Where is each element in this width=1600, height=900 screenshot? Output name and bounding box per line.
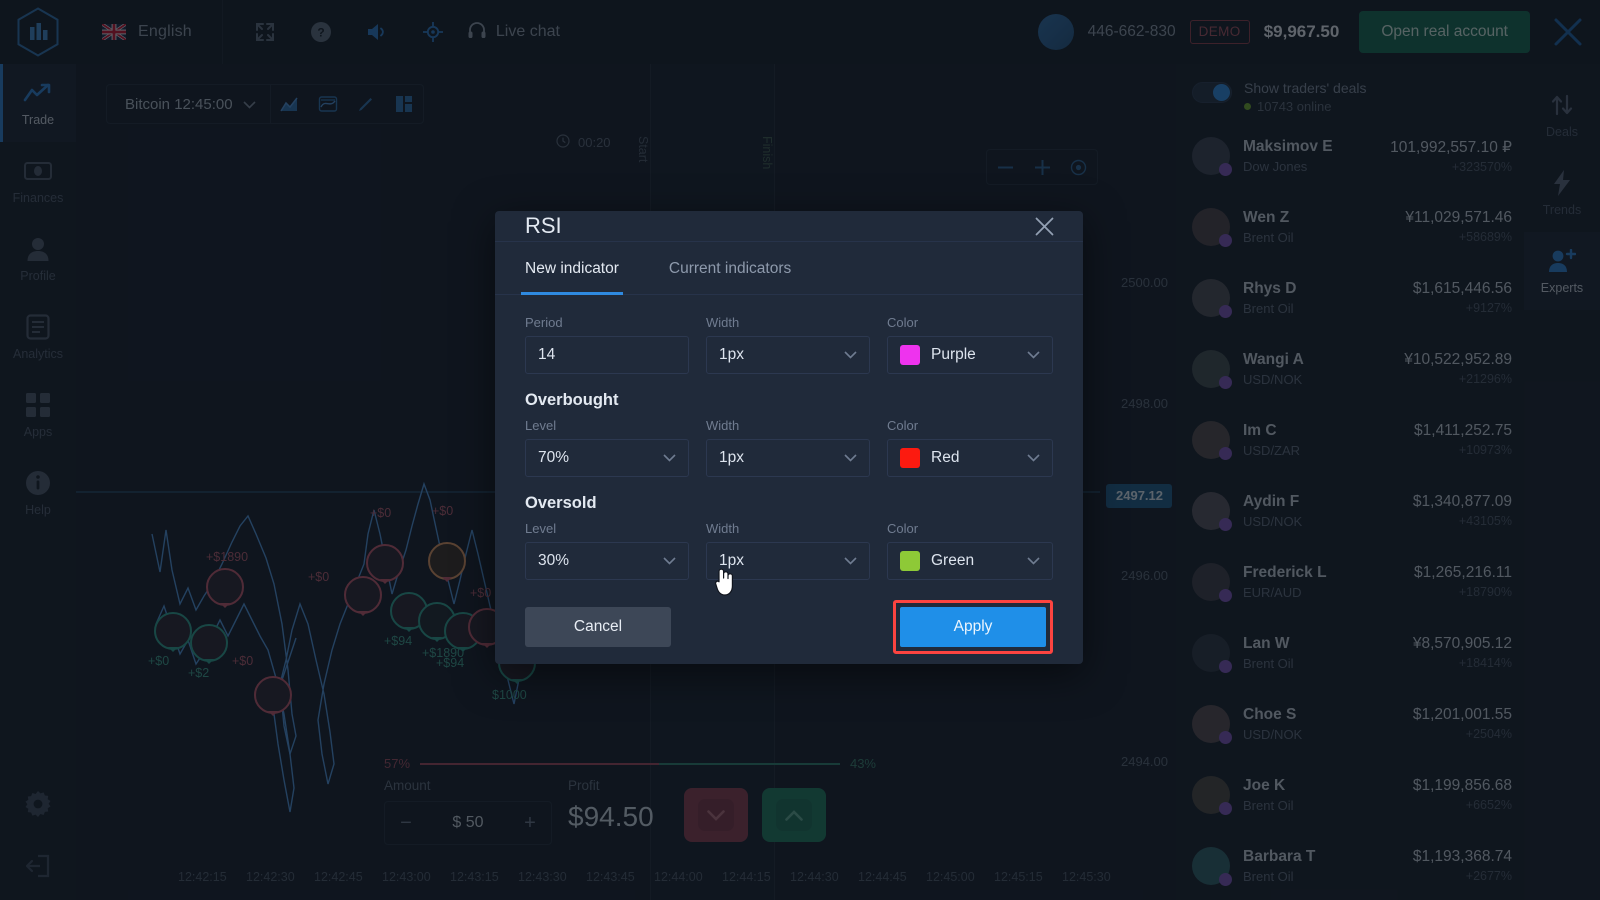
oversold-width-select[interactable]: 1px xyxy=(706,542,870,580)
main-width-select[interactable]: 1px xyxy=(706,336,870,374)
dialog-body: Period 14 Width 1px Color Purple Overbou… xyxy=(495,295,1083,580)
chevron-down-icon xyxy=(1027,346,1040,364)
trading-platform-app: Bitcoin 12:45:00 00:20 xyxy=(0,0,1600,900)
chevron-down-icon xyxy=(844,346,857,364)
overbought-color-value: Red xyxy=(931,449,960,466)
color-label: Color xyxy=(887,418,919,433)
period-label: Period xyxy=(525,315,563,330)
chevron-down-icon xyxy=(1027,552,1040,570)
overbought-section-title: Overbought xyxy=(525,391,619,409)
tab-new-indicator[interactable]: New indicator xyxy=(521,242,623,295)
oversold-settings-row: Level 30% Width 1px Color Green xyxy=(525,521,1053,580)
oversold-level-select[interactable]: 30% xyxy=(525,542,689,580)
rsi-indicator-dialog: RSI New indicator Current indicators Per… xyxy=(495,211,1083,664)
period-input[interactable]: 14 xyxy=(525,336,689,374)
chevron-down-icon xyxy=(844,449,857,467)
overbought-color-select[interactable]: Red xyxy=(887,439,1053,477)
overbought-width-field: Width 1px xyxy=(706,418,870,477)
width-label: Width xyxy=(706,418,740,433)
color-swatch-green xyxy=(900,551,920,571)
main-color-value: Purple xyxy=(931,346,976,363)
width-label: Width xyxy=(706,521,740,536)
oversold-section-title: Oversold xyxy=(525,494,597,512)
chevron-down-icon xyxy=(663,552,676,570)
overbought-level-value: 70% xyxy=(538,449,570,466)
main-color-select[interactable]: Purple xyxy=(887,336,1053,374)
close-icon[interactable] xyxy=(1029,211,1059,241)
main-settings-row: Period 14 Width 1px Color Purple xyxy=(525,315,1053,374)
level-label: Level xyxy=(525,418,557,433)
oversold-color-value: Green xyxy=(931,552,975,569)
page-title: RSI xyxy=(525,213,562,238)
dialog-header: RSI xyxy=(495,211,1083,242)
cancel-button[interactable]: Cancel xyxy=(525,607,671,647)
color-swatch-purple xyxy=(900,345,920,365)
apply-button[interactable]: Apply xyxy=(900,607,1046,647)
overbought-level-select[interactable]: 70% xyxy=(525,439,689,477)
chevron-down-icon xyxy=(1027,449,1040,467)
oversold-width-value: 1px xyxy=(719,552,744,569)
overbought-width-value: 1px xyxy=(719,449,744,466)
chevron-down-icon xyxy=(844,552,857,570)
oversold-color-field: Color Green xyxy=(887,521,1053,580)
apply-button-highlight: Apply xyxy=(893,600,1053,654)
main-color-field: Color Purple xyxy=(887,315,1053,374)
color-swatch-red xyxy=(900,448,920,468)
color-label: Color xyxy=(887,521,919,536)
level-label: Level xyxy=(525,521,557,536)
overbought-color-field: Color Red xyxy=(887,418,1053,477)
chevron-down-icon xyxy=(663,449,676,467)
width-label: Width xyxy=(706,315,740,330)
period-field: Period 14 xyxy=(525,315,689,374)
oversold-level-value: 30% xyxy=(538,552,570,569)
tab-current-indicators[interactable]: Current indicators xyxy=(669,242,791,295)
dialog-tabs: New indicator Current indicators xyxy=(495,242,1083,295)
overbought-settings-row: Level 70% Width 1px Color Red xyxy=(525,418,1053,477)
overbought-width-select[interactable]: 1px xyxy=(706,439,870,477)
main-width-field: Width 1px xyxy=(706,315,870,374)
oversold-color-select[interactable]: Green xyxy=(887,542,1053,580)
color-label: Color xyxy=(887,315,919,330)
dialog-footer: Cancel Apply xyxy=(495,580,1083,678)
main-width-value: 1px xyxy=(719,346,744,363)
oversold-level-field: Level 30% xyxy=(525,521,689,580)
oversold-width-field: Width 1px xyxy=(706,521,870,580)
overbought-level-field: Level 70% xyxy=(525,418,689,477)
